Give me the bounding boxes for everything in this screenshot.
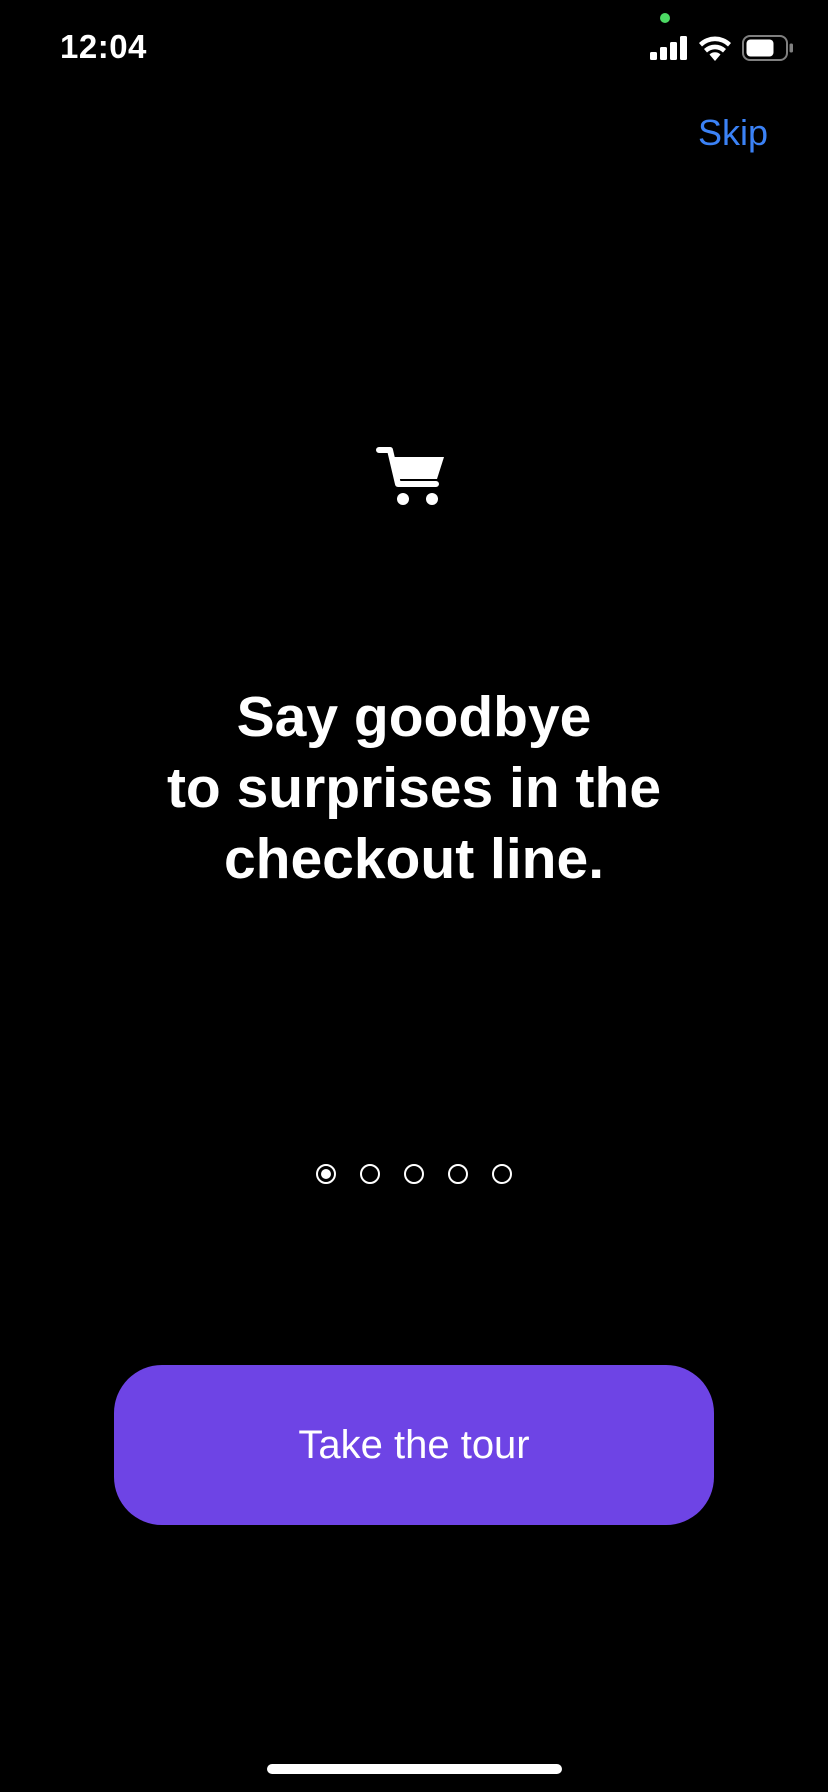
cellular-signal-icon <box>650 35 688 65</box>
home-indicator[interactable] <box>267 1764 562 1774</box>
headline-line-1: Say goodbye <box>236 685 592 749</box>
privacy-indicator-dot <box>660 13 670 23</box>
page-dot-1[interactable] <box>316 1164 336 1184</box>
headline-line-3: checkout line. <box>223 827 605 891</box>
headline-line-2: to surprises in the <box>166 756 662 820</box>
page-dot-3[interactable] <box>404 1164 424 1184</box>
skip-button[interactable]: Skip <box>698 112 768 154</box>
page-dot-2[interactable] <box>360 1164 380 1184</box>
page-dot-4[interactable] <box>448 1164 468 1184</box>
battery-icon <box>742 34 794 66</box>
status-icons <box>650 34 794 66</box>
shopping-cart-icon <box>376 444 446 508</box>
take-the-tour-label: Take the tour <box>298 1422 530 1467</box>
status-time: 12:04 <box>60 28 147 65</box>
page-indicator <box>0 1164 828 1184</box>
wifi-icon <box>698 35 732 66</box>
take-the-tour-button[interactable]: Take the tour <box>114 1365 714 1525</box>
page-dot-5[interactable] <box>492 1164 512 1184</box>
onboarding-headline: Say goodbye to surprises in the checkout… <box>114 682 714 895</box>
